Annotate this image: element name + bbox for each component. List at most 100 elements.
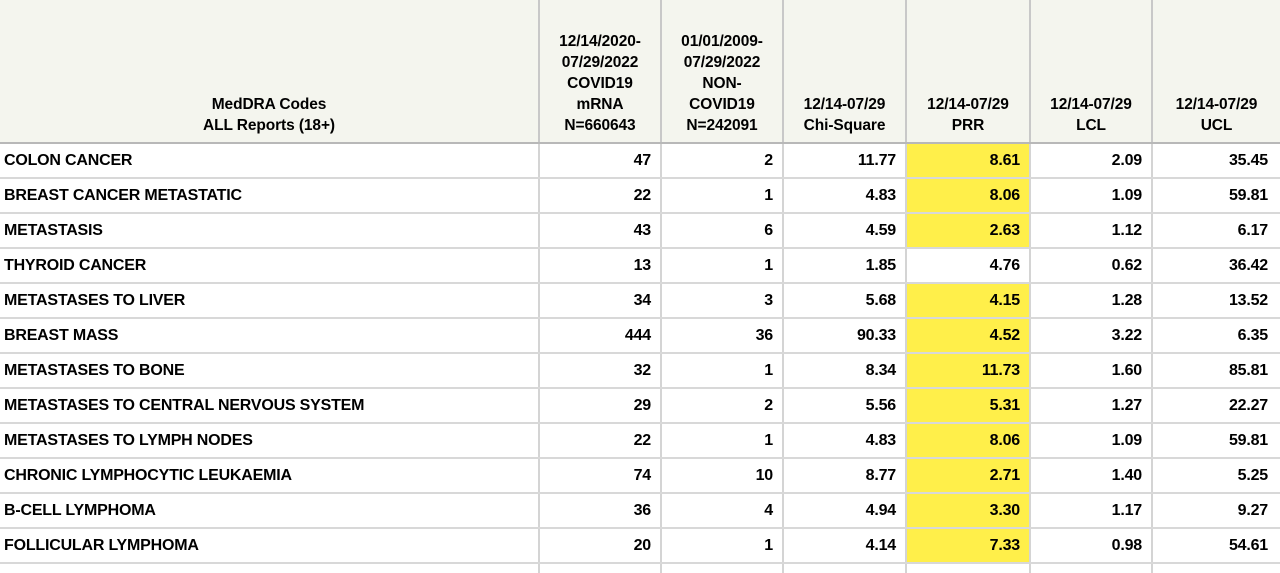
column-header-chi-square[interactable]: 12/14-07/29Chi-Square xyxy=(783,0,906,143)
table-row[interactable]: METASTASES TO LYMPH NODES2214.838.061.09… xyxy=(0,423,1280,458)
cell-non-covid19-count[interactable]: 1 xyxy=(661,248,783,283)
cell-chi-square[interactable]: 5.56 xyxy=(783,388,906,423)
cell-ucl[interactable]: 5.25 xyxy=(1152,458,1280,493)
cell-meddra-term[interactable]: METASTASES TO CENTRAL NERVOUS SYSTEM xyxy=(0,388,539,423)
table-row[interactable]: CHRONIC LYMPHOCYTIC LEUKAEMIA74108.772.7… xyxy=(0,458,1280,493)
cell-non-covid19-count[interactable]: 2 xyxy=(661,143,783,178)
cell-meddra-term[interactable]: METASTASES TO LYMPH NODES xyxy=(0,423,539,458)
table-row[interactable]: METASTASIS4364.592.631.126.17 xyxy=(0,213,1280,248)
table-row[interactable]: B-CELL LYMPHOMA3644.943.301.179.27 xyxy=(0,493,1280,528)
cell-chi-square[interactable]: 5.68 xyxy=(783,283,906,318)
cell-meddra-term[interactable]: METASTASES TO LIVER xyxy=(0,283,539,318)
cell-chi-square[interactable]: 4.83 xyxy=(783,423,906,458)
cell-lcl[interactable]: 1.09 xyxy=(1030,423,1152,458)
cell-covid19-mrna-count[interactable]: 74 xyxy=(539,458,661,493)
column-header-ucl[interactable]: 12/14-07/29UCL xyxy=(1152,0,1280,143)
cell-prr[interactable]: 3.30 xyxy=(906,493,1030,528)
cell-covid19-mrna-count[interactable]: 36 xyxy=(539,493,661,528)
cell-chi-square[interactable]: 4.14 xyxy=(783,528,906,563)
column-header-meddra-codes[interactable]: MedDRA CodesALL Reports (18+) xyxy=(0,0,539,143)
cell-lcl[interactable]: 1.17 xyxy=(1030,493,1152,528)
cell-ucl[interactable]: 85.81 xyxy=(1152,353,1280,388)
cell-non-covid19-count[interactable]: 1 xyxy=(661,353,783,388)
table-row[interactable]: METASTASES TO BONE3218.3411.731.6085.81 xyxy=(0,353,1280,388)
cell-prr[interactable]: 4.15 xyxy=(906,283,1030,318)
cell-chi-square[interactable]: 8.77 xyxy=(783,458,906,493)
cell-chi-square[interactable]: 1.85 xyxy=(783,248,906,283)
cell-ucl[interactable]: 59.81 xyxy=(1152,423,1280,458)
table-row[interactable]: BREAST MASS4443690.334.523.226.35 xyxy=(0,318,1280,353)
cell-ucl[interactable]: 59.81 xyxy=(1152,178,1280,213)
column-header-non-covid19[interactable]: 01/01/2009-07/29/2022NON-COVID19N=242091 xyxy=(661,0,783,143)
cell-prr[interactable]: 8.06 xyxy=(906,423,1030,458)
cell-lcl[interactable]: 0.98 xyxy=(1030,528,1152,563)
column-header-covid19-mrna[interactable]: 12/14/2020-07/29/2022COVID19mRNAN=660643 xyxy=(539,0,661,143)
cell-non-covid19-count[interactable]: 4 xyxy=(661,493,783,528)
cell-chi-square[interactable]: 11.77 xyxy=(783,143,906,178)
cell-meddra-term[interactable]: CHRONIC LYMPHOCYTIC LEUKAEMIA xyxy=(0,458,539,493)
cell-ucl[interactable]: 13.52 xyxy=(1152,283,1280,318)
cell-non-covid19-count[interactable]: 2 xyxy=(661,388,783,423)
cell-lcl[interactable]: 1.09 xyxy=(1030,178,1152,213)
cell-ucl[interactable]: 6.35 xyxy=(1152,318,1280,353)
cell-covid19-mrna-count[interactable]: 29 xyxy=(539,388,661,423)
cell-lcl[interactable]: 1.12 xyxy=(1030,213,1152,248)
cell-covid19-mrna-count[interactable]: 47 xyxy=(539,143,661,178)
table-row[interactable]: METASTASES TO LIVER3435.684.151.2813.52 xyxy=(0,283,1280,318)
cell-ucl[interactable]: 35.45 xyxy=(1152,143,1280,178)
cell-chi-square[interactable]: 8.34 xyxy=(783,353,906,388)
cell-lcl[interactable]: 1.60 xyxy=(1030,353,1152,388)
cell-ucl[interactable]: 36.42 xyxy=(1152,248,1280,283)
column-header-lcl[interactable]: 12/14-07/29LCL xyxy=(1030,0,1152,143)
cell-lcl[interactable]: 1.28 xyxy=(1030,283,1152,318)
cell-meddra-term[interactable]: METASTASIS xyxy=(0,213,539,248)
cell-meddra-term[interactable]: METASTASES TO BONE xyxy=(0,353,539,388)
cell-chi-square[interactable]: 4.94 xyxy=(783,493,906,528)
cell-non-covid19-count[interactable]: 10 xyxy=(661,458,783,493)
cell-non-covid19-count[interactable]: 1 xyxy=(661,423,783,458)
cell-covid19-mrna-count[interactable]: 20 xyxy=(539,528,661,563)
cell-meddra-term[interactable]: COLON CANCER xyxy=(0,143,539,178)
cell-covid19-mrna-count[interactable]: 43 xyxy=(539,213,661,248)
table-row[interactable]: COLON CANCER47211.778.612.0935.45 xyxy=(0,143,1280,178)
cell-ucl[interactable]: 6.17 xyxy=(1152,213,1280,248)
cell-ucl[interactable]: 22.27 xyxy=(1152,388,1280,423)
cell-prr[interactable]: 5.31 xyxy=(906,388,1030,423)
cell-prr[interactable]: 4.52 xyxy=(906,318,1030,353)
cell-covid19-mrna-count[interactable]: 444 xyxy=(539,318,661,353)
cell-covid19-mrna-count[interactable]: 22 xyxy=(539,423,661,458)
cell-prr[interactable]: 11.73 xyxy=(906,353,1030,388)
cell-ucl[interactable]: 54.61 xyxy=(1152,528,1280,563)
table-row[interactable]: METASTASES TO CENTRAL NERVOUS SYSTEM2925… xyxy=(0,388,1280,423)
cell-chi-square[interactable]: 4.59 xyxy=(783,213,906,248)
cell-prr[interactable]: 2.63 xyxy=(906,213,1030,248)
table-row[interactable]: BREAST CANCER METASTATIC2214.838.061.095… xyxy=(0,178,1280,213)
cell-covid19-mrna-count[interactable]: 32 xyxy=(539,353,661,388)
cell-meddra-term[interactable]: B-CELL LYMPHOMA xyxy=(0,493,539,528)
cell-meddra-term[interactable]: THYROID CANCER xyxy=(0,248,539,283)
cell-lcl[interactable]: 0.62 xyxy=(1030,248,1152,283)
cell-meddra-term[interactable]: FOLLICULAR LYMPHOMA xyxy=(0,528,539,563)
cell-meddra-term[interactable]: BREAST CANCER METASTATIC xyxy=(0,178,539,213)
table-row[interactable]: THYROID CANCER1311.854.760.6236.42 xyxy=(0,248,1280,283)
cell-covid19-mrna-count[interactable]: 22 xyxy=(539,178,661,213)
cell-non-covid19-count[interactable]: 1 xyxy=(661,178,783,213)
cell-meddra-term[interactable]: BREAST MASS xyxy=(0,318,539,353)
cell-chi-square[interactable]: 4.83 xyxy=(783,178,906,213)
cell-chi-square[interactable]: 90.33 xyxy=(783,318,906,353)
cell-prr[interactable]: 2.71 xyxy=(906,458,1030,493)
cell-ucl[interactable]: 9.27 xyxy=(1152,493,1280,528)
cell-lcl[interactable]: 1.40 xyxy=(1030,458,1152,493)
cell-prr[interactable]: 8.06 xyxy=(906,178,1030,213)
cell-lcl[interactable]: 2.09 xyxy=(1030,143,1152,178)
cell-non-covid19-count[interactable]: 36 xyxy=(661,318,783,353)
cell-prr[interactable]: 8.61 xyxy=(906,143,1030,178)
column-header-prr[interactable]: 12/14-07/29PRR xyxy=(906,0,1030,143)
cell-non-covid19-count[interactable]: 3 xyxy=(661,283,783,318)
cell-lcl[interactable]: 1.27 xyxy=(1030,388,1152,423)
cell-non-covid19-count[interactable]: 6 xyxy=(661,213,783,248)
cell-non-covid19-count[interactable]: 1 xyxy=(661,528,783,563)
cell-prr[interactable]: 7.33 xyxy=(906,528,1030,563)
cell-prr[interactable]: 4.76 xyxy=(906,248,1030,283)
table-row[interactable]: FOLLICULAR LYMPHOMA2014.147.330.9854.61 xyxy=(0,528,1280,563)
